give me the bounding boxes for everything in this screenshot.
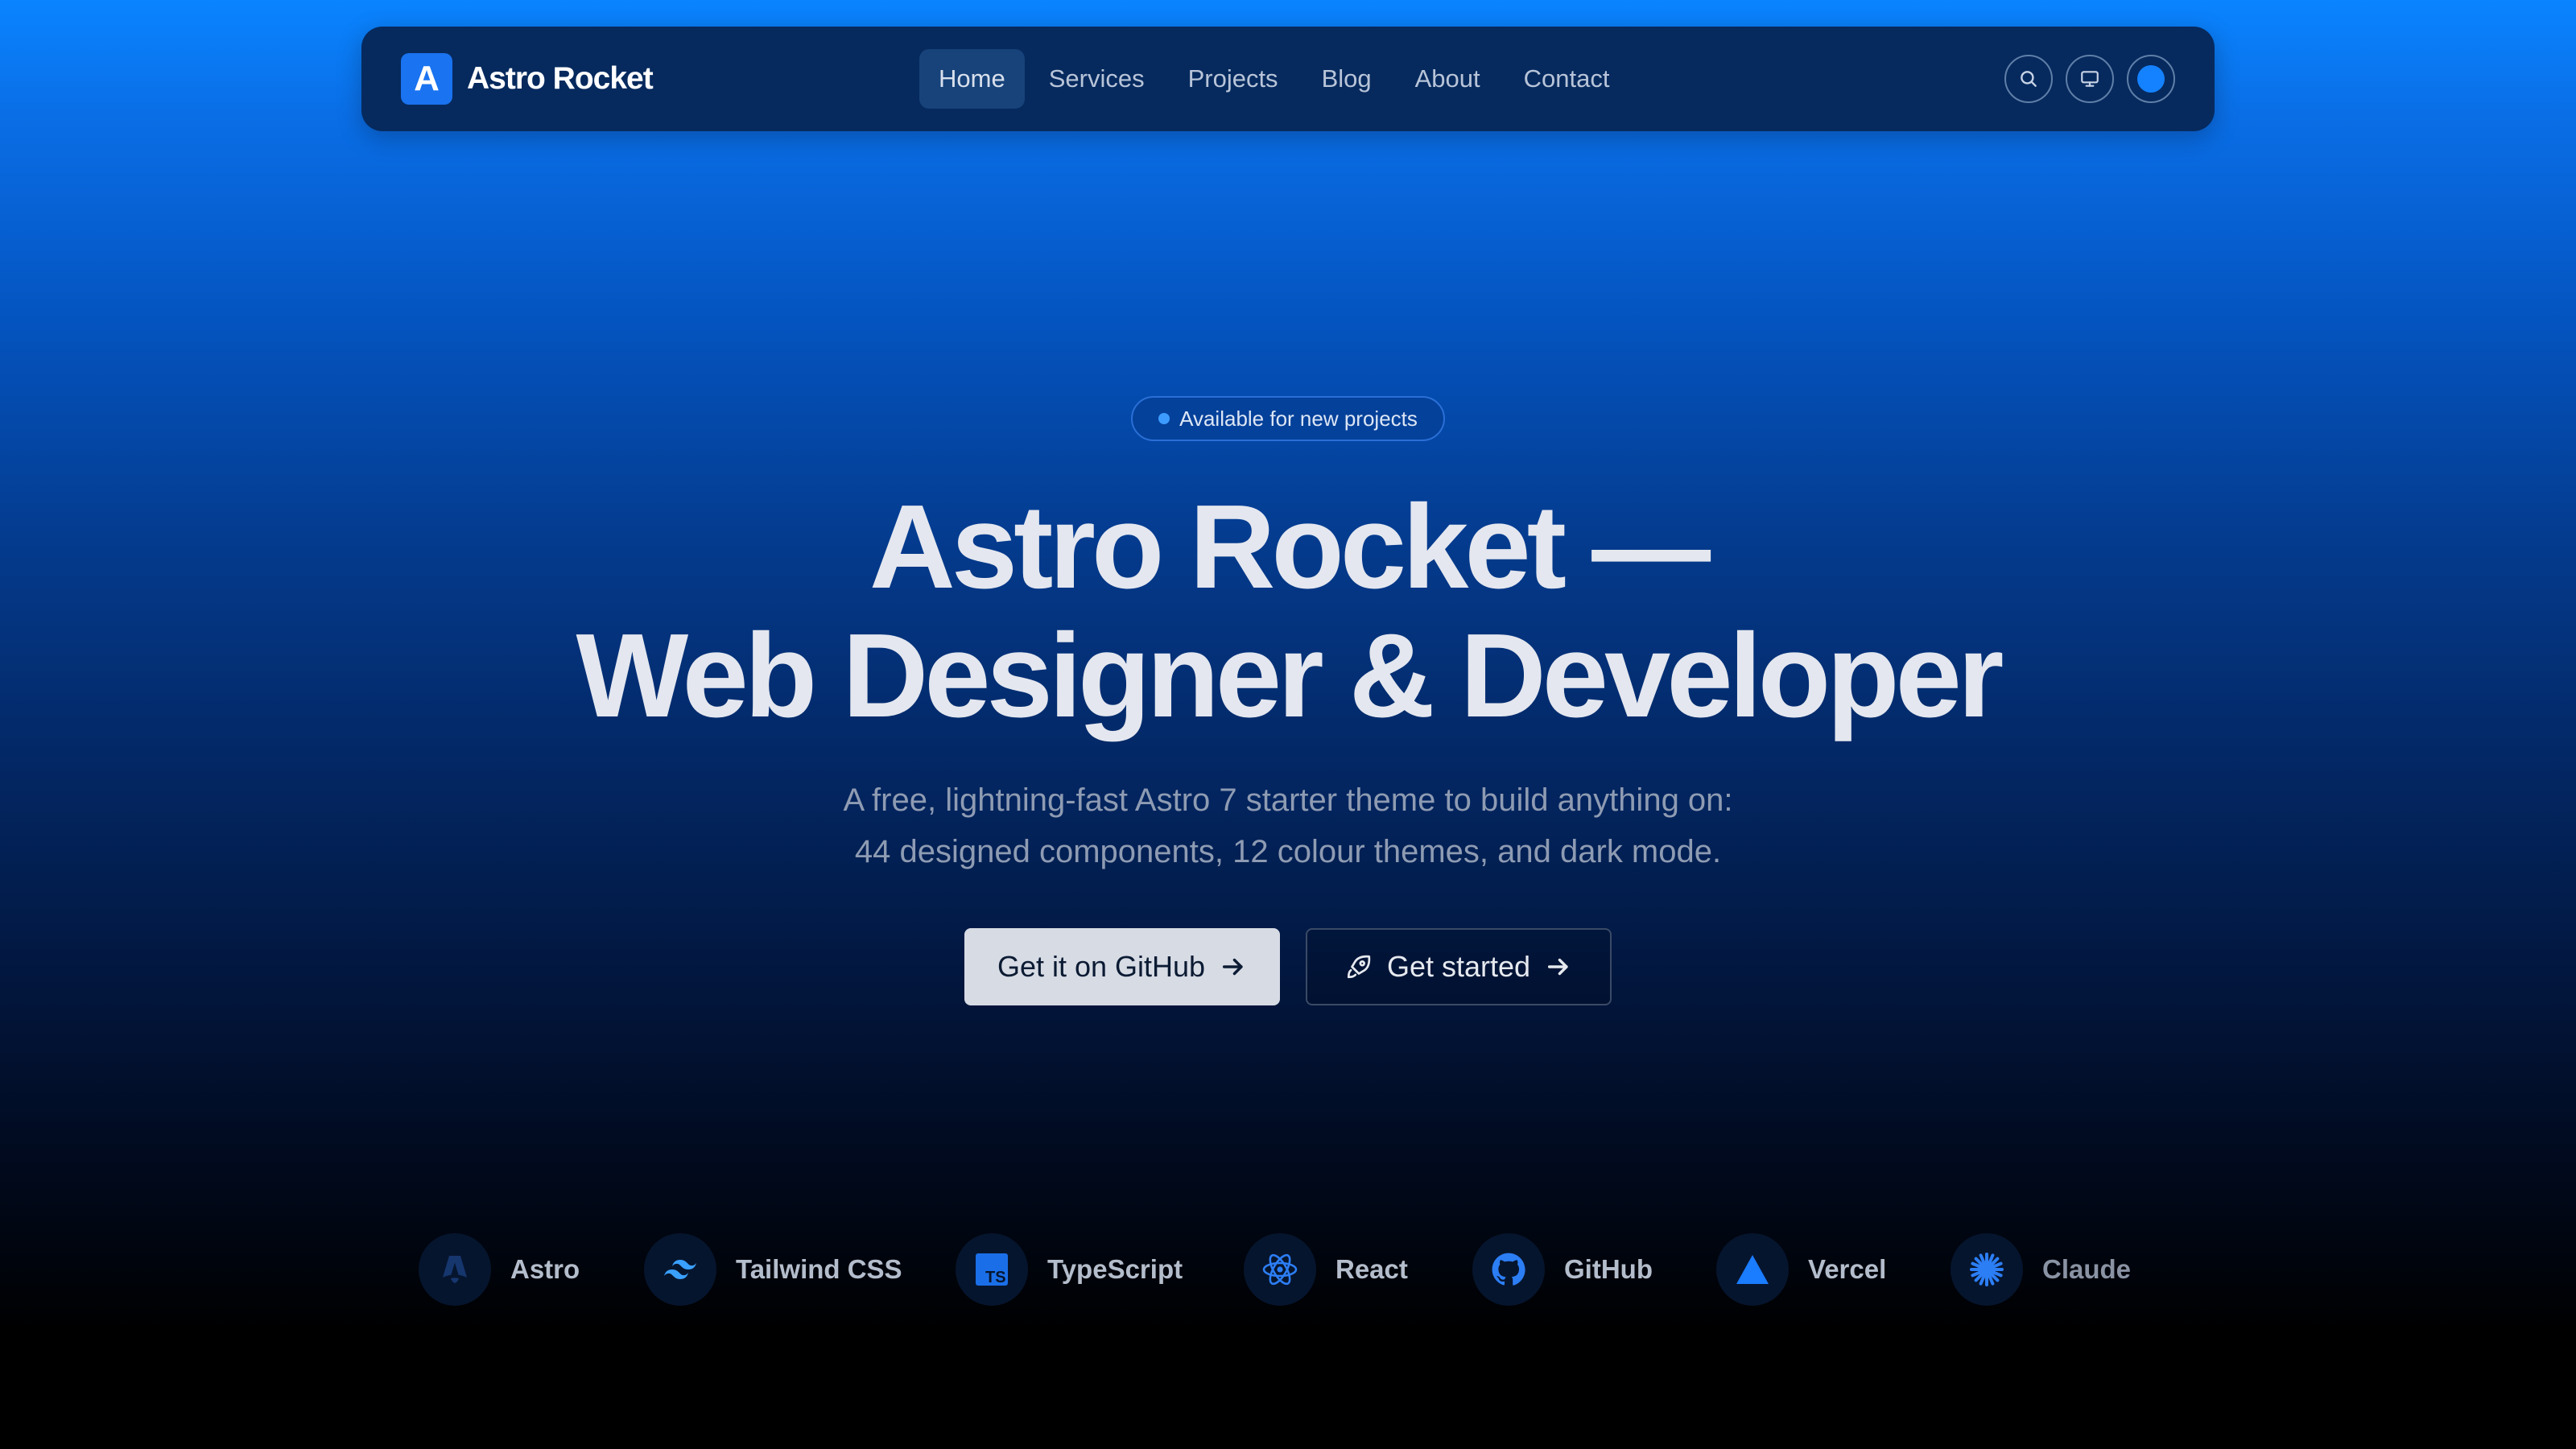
hero-title-line2: Web Designer & Developer xyxy=(576,609,2004,742)
github-cta-label: Get it on GitHub xyxy=(997,950,1206,983)
tech-item-react: React xyxy=(1244,1233,1408,1306)
search-icon xyxy=(2021,71,2037,87)
tech-label: Claude xyxy=(2042,1254,2132,1284)
hero-subtitle-line2: 44 designed components, 12 colour themes… xyxy=(854,834,1722,869)
nav-link-home[interactable]: Home xyxy=(919,49,1025,109)
github-icon xyxy=(1472,1233,1545,1306)
nav-link-blog[interactable]: Blog xyxy=(1302,49,1391,109)
nav-link-projects[interactable]: Projects xyxy=(1169,49,1298,109)
tech-label: React xyxy=(1335,1254,1408,1284)
tech-label: Astro xyxy=(510,1254,580,1284)
nav-links: Home Services Projects Blog About Contac… xyxy=(919,49,1629,109)
display-mode-button[interactable] xyxy=(2066,55,2114,103)
badge-text: Available for new projects xyxy=(1179,406,1418,431)
tech-label: Vercel xyxy=(1808,1254,1887,1284)
typescript-icon: TS xyxy=(956,1233,1028,1306)
availability-badge: Available for new projects xyxy=(1131,396,1445,441)
brand-logo-link[interactable]: A Astro Rocket xyxy=(401,53,654,105)
theme-color-icon xyxy=(2137,65,2165,93)
status-dot-icon xyxy=(1158,413,1170,424)
brand-mark-icon: A xyxy=(401,53,452,105)
github-cta-button[interactable]: Get it on GitHub xyxy=(964,928,1280,1005)
nav-link-about[interactable]: About xyxy=(1396,49,1500,109)
hero-subtitle: A free, lightning-fast Astro 7 starter t… xyxy=(0,774,2576,877)
react-icon xyxy=(1244,1233,1316,1306)
rocket-icon xyxy=(1347,955,1371,979)
tech-label: Tailwind CSS xyxy=(736,1254,902,1284)
svg-text:TS: TS xyxy=(985,1269,1006,1286)
arrow-right-icon xyxy=(1548,958,1568,976)
tech-label: TypeScript xyxy=(1047,1254,1183,1284)
brand-name: Astro Rocket xyxy=(467,61,654,96)
hero-title: Astro Rocket — Web Designer & Developer xyxy=(0,483,2576,741)
get-started-label: Get started xyxy=(1386,950,1531,983)
tech-label: GitHub xyxy=(1564,1254,1653,1284)
search-button[interactable] xyxy=(2004,55,2053,103)
tech-item-typescript: TS TypeScript xyxy=(956,1233,1183,1306)
nav-link-services[interactable]: Services xyxy=(1030,49,1164,109)
get-started-button[interactable]: Get started xyxy=(1306,928,1612,1005)
tech-item-astro: Astro xyxy=(419,1233,580,1306)
astro-icon xyxy=(419,1233,491,1306)
nav-link-contact[interactable]: Contact xyxy=(1505,49,1629,109)
vercel-icon xyxy=(1716,1233,1789,1306)
tech-item-vercel: Vercel xyxy=(1716,1233,1886,1306)
tech-item-tailwind: Tailwind CSS xyxy=(644,1233,902,1306)
hero-title-line1: Astro Rocket — xyxy=(869,481,1711,613)
tech-item-claude: Claude xyxy=(1951,1233,2131,1306)
monitor-icon xyxy=(2081,71,2099,87)
tailwind-icon xyxy=(644,1233,716,1306)
theme-color-button[interactable] xyxy=(2127,55,2175,103)
hero-subtitle-line1: A free, lightning-fast Astro 7 starter t… xyxy=(843,782,1733,818)
arrow-right-icon xyxy=(1223,958,1243,976)
cta-row: Get it on GitHub Get started xyxy=(964,928,1612,1005)
tech-stack-strip: Astro Tailwind CSS TS TypeScript React G… xyxy=(419,1233,2157,1306)
claude-icon xyxy=(1951,1233,2023,1306)
top-navbar: A Astro Rocket Home Services Projects Bl… xyxy=(361,27,2215,131)
tech-item-github: GitHub xyxy=(1472,1233,1653,1306)
nav-actions xyxy=(2004,55,2175,103)
